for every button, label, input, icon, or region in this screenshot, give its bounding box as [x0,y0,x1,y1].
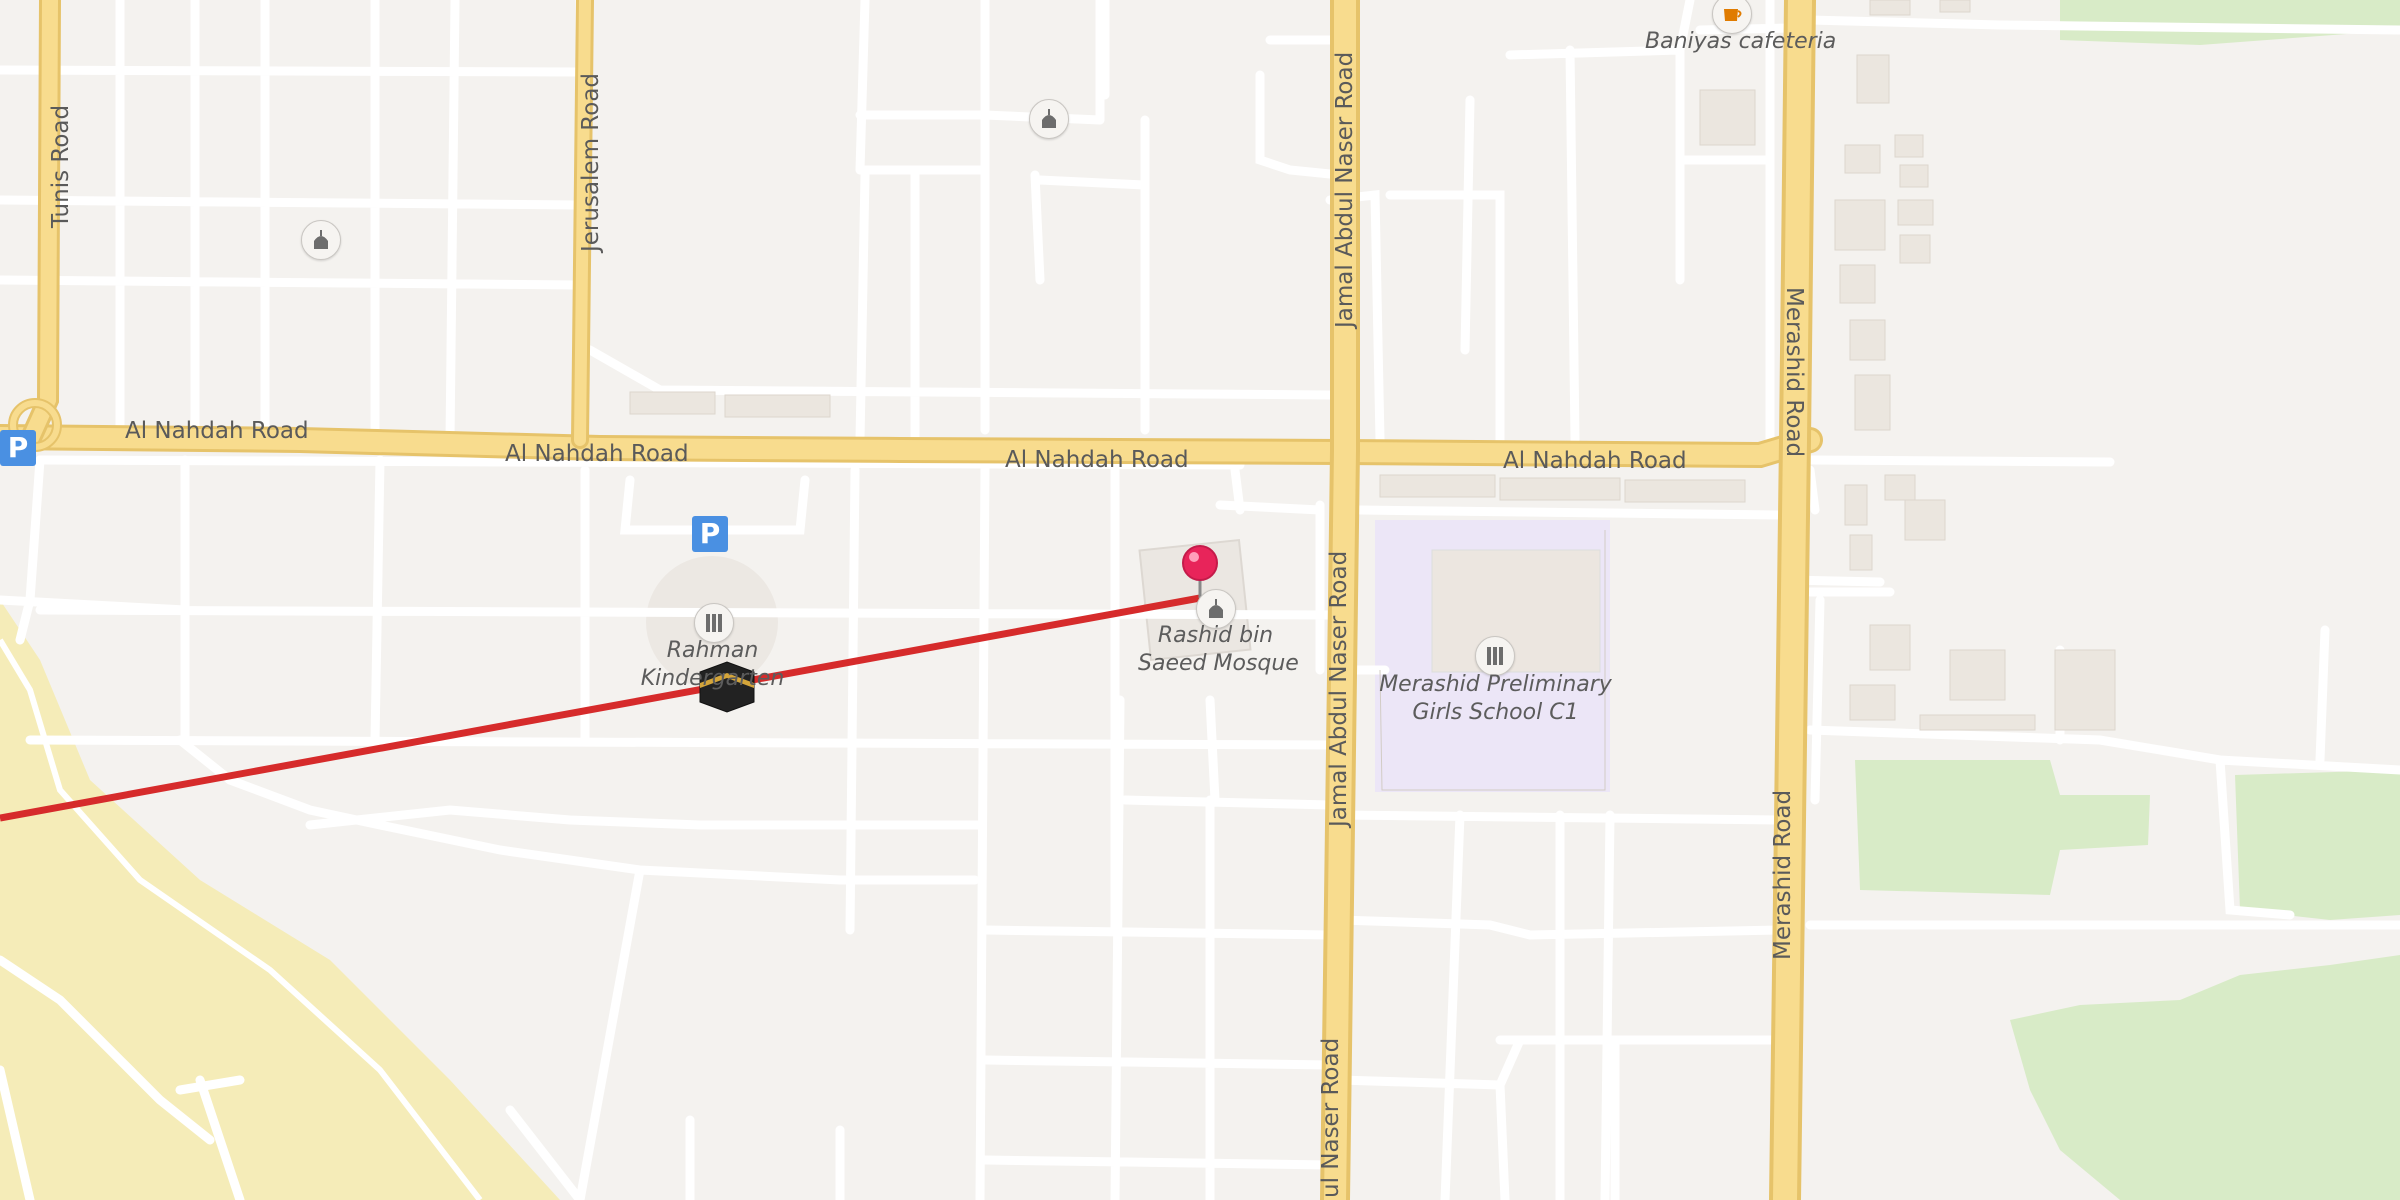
mosque-icon[interactable] [1029,99,1069,139]
parking-icon[interactable]: P [0,430,36,466]
desert-area [0,600,560,1200]
road-label-tunis: Tunis Road [48,104,74,228]
park-area-2 [1855,760,2150,895]
poi-label-baniyas-cafeteria[interactable]: Baniyas cafeteria [1645,28,1836,56]
road-label-jamal-abdul-naser: Jamal Abdul Naser Road [1326,550,1352,827]
poi-label-line: Kindergarten [640,666,785,691]
road-label-jerusalem: Jerusalem Road [578,72,604,252]
school-icon[interactable] [1475,636,1515,676]
road-label-al-nahdah: Al Nahdah Road [505,441,689,467]
road-label-merashid: Merashid Road [1781,287,1807,458]
road-label-al-nahdah: Al Nahdah Road [125,418,309,444]
road-label-merashid: Merashid Road [1770,789,1796,960]
poi-label-line: Saeed Mosque [1138,651,1299,676]
map-canvas[interactable]: P P Al Nahdah Road Al Nahdah Road Al Nah… [0,0,2400,1200]
park-area-3 [2235,770,2400,920]
poi-label-school[interactable]: Merashid Preliminary Girls School C1 [1378,671,1613,727]
poi-label-mosque[interactable]: Rashid bin Saeed Mosque [1138,622,1299,678]
road-label-al-nahdah: Al Nahdah Road [1503,448,1687,474]
poi-label-line: Rashid bin [1157,623,1274,648]
route-line [0,594,1201,822]
mosque-icon[interactable] [301,220,341,260]
poi-label-kindergarten[interactable]: Rahman Kindergarten [640,637,785,693]
road-label-al-nahdah: Al Nahdah Road [1005,447,1189,473]
parking-icon[interactable]: P [692,516,728,552]
poi-label-line: Merashid Preliminary [1379,672,1612,697]
road-label-jamal-abdul-naser: ul Naser Road [1318,1037,1344,1198]
road-label-jamal-abdul-naser: Jamal Abdul Naser Road [1332,51,1358,328]
poi-label-line: Girls School C1 [1412,700,1579,725]
poi-label-line: Rahman [666,638,759,663]
park-area-4 [2010,955,2400,1200]
